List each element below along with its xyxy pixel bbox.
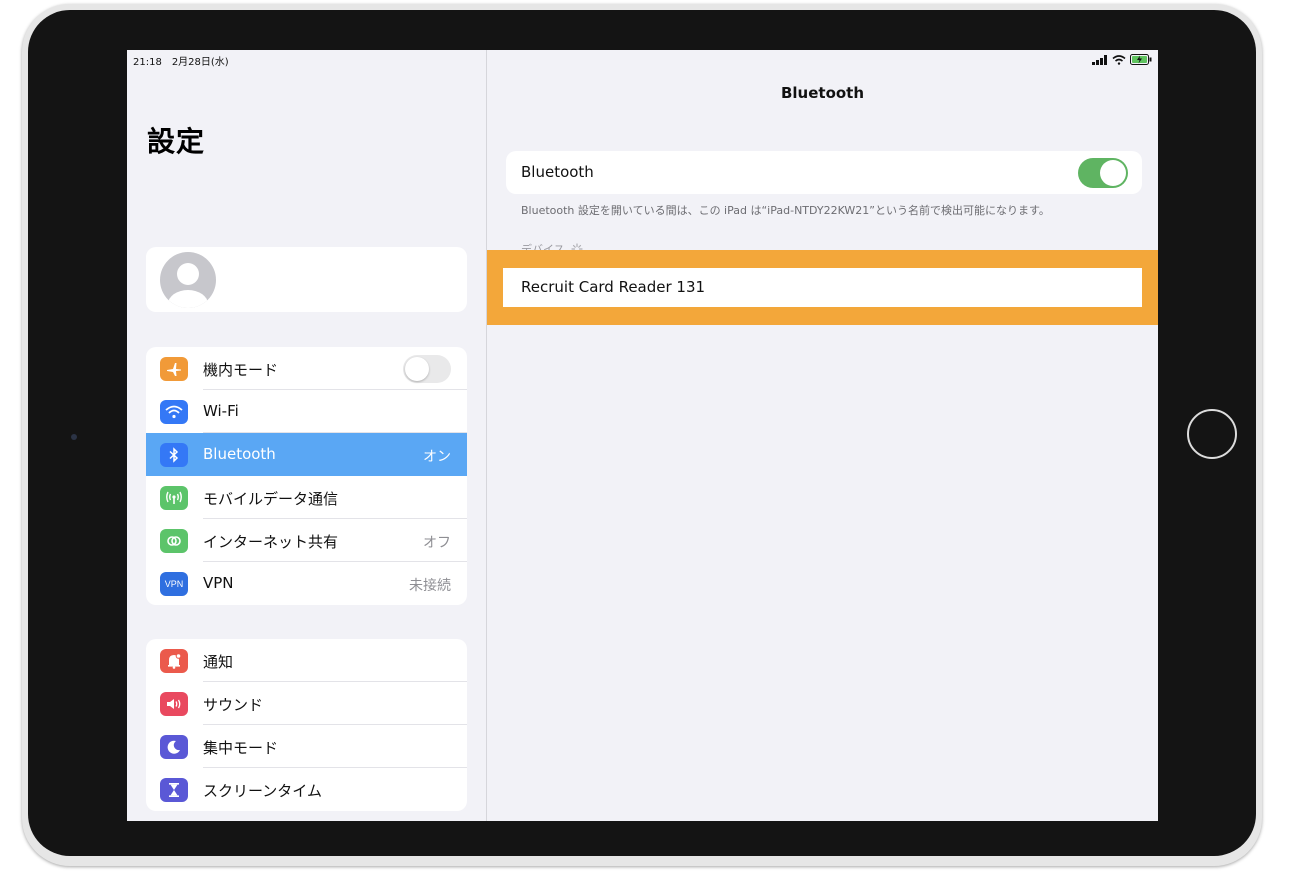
bluetooth-status: オン — [423, 449, 451, 465]
connectivity-group: 機内モード Wi-Fi Bluetooth オン モバイルデータ通信 インターネ… — [146, 347, 467, 605]
device-name: Recruit Card Reader 131 — [521, 278, 706, 296]
sidebar-item-airplane-mode[interactable]: 機内モード — [146, 347, 467, 390]
sidebar-item-vpn[interactable]: VPN VPN 未接続 — [146, 562, 467, 605]
sidebar-item-label: 通知 — [203, 653, 234, 671]
device-highlight-box: Recruit Card Reader 131 — [487, 250, 1158, 325]
link-icon — [160, 529, 188, 553]
screen: 21:18 2月28日(水) 設定 機内モード Wi-Fi Bluetooth … — [127, 50, 1158, 821]
vpn-icon: VPN — [160, 572, 188, 596]
sidebar-item-bluetooth[interactable]: Bluetooth オン — [146, 433, 467, 476]
notifications-group: 通知 サウンド 集中モード スクリーンタイム — [146, 639, 467, 811]
sidebar-item-label: VPN — [203, 574, 234, 592]
sidebar-title: 設定 — [147, 125, 206, 158]
status-time: 21:18 2月28日(水) — [133, 57, 229, 68]
sidebar-item-sounds[interactable]: サウンド — [146, 682, 467, 725]
speaker-icon — [160, 692, 188, 716]
bluetooth-icon — [160, 443, 188, 467]
sidebar-item-label: スクリーンタイム — [203, 782, 322, 800]
wifi-icon — [160, 400, 188, 424]
sidebar-item-label: 機内モード — [203, 361, 279, 379]
apple-id-card[interactable] — [146, 247, 467, 312]
sidebar-item-focus[interactable]: 集中モード — [146, 725, 467, 768]
front-camera — [71, 434, 77, 440]
discoverable-footnote: Bluetooth 設定を開いている間は、この iPad は“iPad-NTDY… — [521, 204, 1050, 217]
vpn-icon-text: VPN — [164, 579, 184, 589]
sidebar-item-screen-time[interactable]: スクリーンタイム — [146, 768, 467, 811]
moon-icon — [160, 735, 188, 759]
avatar — [160, 252, 216, 308]
bluetooth-label: Bluetooth — [521, 163, 594, 181]
airplane-icon — [160, 357, 188, 381]
bluetooth-detail-pane: Bluetooth Bluetooth Bluetooth 設定を開いている間は… — [487, 50, 1158, 821]
device-row-recruit-card-reader[interactable]: Recruit Card Reader 131 — [503, 268, 1142, 307]
bluetooth-toggle-row: Bluetooth — [506, 151, 1142, 194]
sidebar-item-label: インターネット共有 — [203, 533, 339, 551]
sidebar-item-personal-hotspot[interactable]: インターネット共有 オフ — [146, 519, 467, 562]
sidebar-item-label: Wi-Fi — [203, 402, 239, 420]
antenna-icon — [160, 486, 188, 510]
bell-icon — [160, 649, 188, 673]
sidebar-item-wifi[interactable]: Wi-Fi — [146, 390, 467, 433]
sidebar-item-mobile-data[interactable]: モバイルデータ通信 — [146, 476, 467, 519]
hotspot-status: オフ — [423, 535, 451, 551]
sidebar-item-label: 集中モード — [203, 739, 279, 757]
settings-sidebar: 21:18 2月28日(水) 設定 機内モード Wi-Fi Bluetooth … — [127, 50, 487, 821]
sidebar-item-label: モバイルデータ通信 — [203, 490, 339, 508]
person-icon — [168, 263, 208, 308]
hourglass-icon — [160, 778, 188, 802]
sidebar-item-notifications[interactable]: 通知 — [146, 639, 467, 682]
vpn-status: 未接続 — [409, 578, 451, 594]
battery-charging-icon — [1130, 54, 1152, 65]
home-button[interactable] — [1187, 409, 1237, 459]
status-icons — [1092, 54, 1152, 65]
wifi-status-icon — [1112, 54, 1126, 65]
bluetooth-toggle[interactable] — [1078, 158, 1128, 188]
airplane-mode-toggle[interactable] — [403, 355, 451, 383]
sidebar-item-label: Bluetooth — [203, 445, 276, 463]
sidebar-item-label: サウンド — [203, 696, 264, 714]
cellular-signal-icon — [1092, 54, 1107, 65]
nav-title: Bluetooth — [780, 84, 865, 102]
